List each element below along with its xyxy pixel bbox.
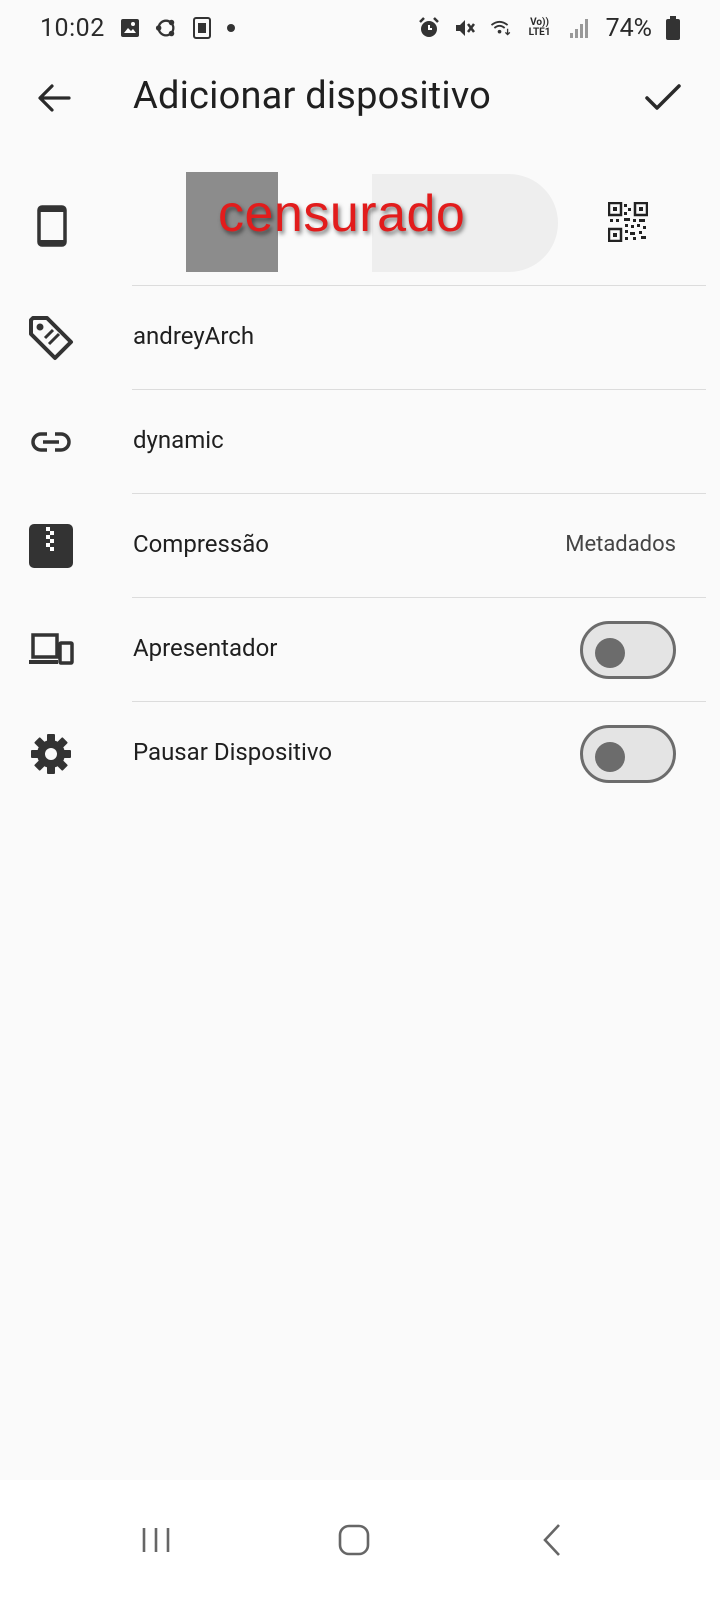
system-navigation-bar bbox=[0, 1480, 720, 1600]
redaction-label: censurado bbox=[218, 185, 466, 243]
recent-apps-button[interactable] bbox=[120, 1504, 192, 1576]
save-button[interactable] bbox=[640, 74, 686, 120]
tag-icon bbox=[26, 313, 76, 363]
devices-icon bbox=[26, 625, 76, 675]
pause-device-label: Pausar Dispositivo bbox=[133, 738, 333, 766]
home-icon bbox=[338, 1524, 370, 1556]
sync-icon bbox=[155, 17, 177, 39]
toggle-knob bbox=[595, 742, 625, 772]
mute-icon bbox=[454, 17, 476, 39]
home-button[interactable] bbox=[318, 1504, 390, 1576]
arrow-left-icon bbox=[38, 84, 71, 112]
wifi-icon bbox=[490, 17, 512, 39]
status-right: Vo)) LTE1 74% bbox=[418, 14, 680, 43]
page-title: Adicionar dispositivo bbox=[133, 74, 492, 118]
status-bar: 10:02 Vo)) LTE1 74% bbox=[0, 0, 720, 56]
battery-percent: 74% bbox=[605, 13, 652, 43]
back-button[interactable] bbox=[32, 76, 76, 120]
gallery-icon bbox=[119, 17, 141, 39]
volte-bottom-label: LTE1 bbox=[528, 27, 551, 38]
status-left: 10:02 bbox=[40, 14, 235, 43]
pause-device-row: Pausar Dispositivo bbox=[0, 702, 720, 805]
signal-icon bbox=[568, 17, 590, 39]
nav-back-button[interactable] bbox=[516, 1504, 588, 1576]
app-bar: Adicionar dispositivo bbox=[0, 56, 720, 140]
status-time: 10:02 bbox=[40, 13, 105, 43]
checkmark-icon bbox=[645, 84, 681, 110]
qr-code-icon bbox=[607, 201, 649, 243]
volte-indicator: Vo)) LTE1 bbox=[526, 17, 554, 39]
device-name-row[interactable]: andreyArch bbox=[0, 286, 720, 389]
introducer-row: Apresentador bbox=[0, 598, 720, 701]
link-icon bbox=[26, 417, 76, 467]
compression-row[interactable]: Compressão Metadados bbox=[0, 494, 720, 597]
gear-icon bbox=[26, 729, 76, 779]
recent-apps-icon bbox=[142, 1528, 170, 1552]
more-notifications-dot bbox=[226, 24, 235, 32]
compression-label: Compressão bbox=[133, 530, 269, 558]
device-name-label: andreyArch bbox=[133, 322, 255, 350]
compression-value: Metadados bbox=[565, 532, 676, 557]
address-row[interactable]: dynamic bbox=[0, 390, 720, 493]
toggle-knob bbox=[595, 638, 625, 668]
chevron-left-icon bbox=[543, 1524, 560, 1556]
device-id-row: censurado bbox=[0, 168, 720, 284]
address-label: dynamic bbox=[133, 426, 224, 454]
app-notification-icon bbox=[191, 17, 213, 39]
introducer-toggle[interactable] bbox=[580, 621, 676, 679]
pause-device-toggle[interactable] bbox=[580, 725, 676, 783]
battery-icon bbox=[666, 16, 680, 40]
device-id-field[interactable]: censurado bbox=[186, 172, 558, 274]
zip-icon bbox=[26, 521, 76, 571]
phone-icon bbox=[28, 202, 76, 250]
scan-qr-button[interactable] bbox=[607, 201, 656, 250]
alarm-icon bbox=[418, 17, 440, 39]
introducer-label: Apresentador bbox=[133, 634, 278, 662]
